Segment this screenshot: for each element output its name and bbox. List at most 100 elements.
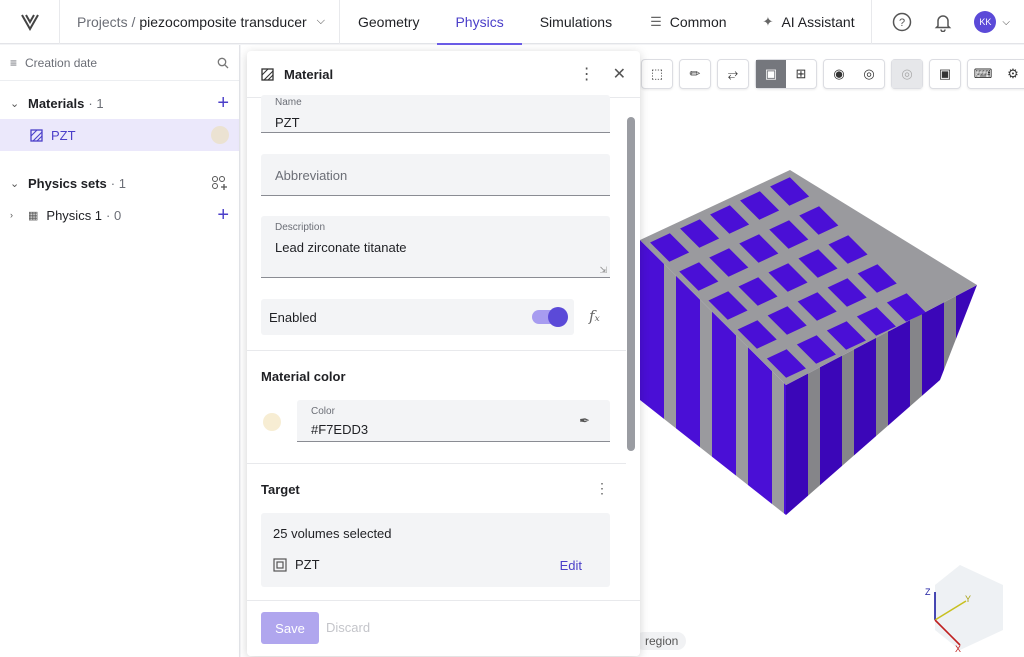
axis-y-label: Y	[965, 594, 971, 604]
box-select-icon[interactable]: ⬚	[642, 60, 672, 88]
panel-scrollbar[interactable]	[627, 117, 635, 451]
tab-physics[interactable]: Physics	[437, 0, 522, 45]
sort-row[interactable]: ≡ Creation date	[0, 45, 239, 81]
tab-geometry[interactable]: Geometry	[340, 0, 437, 44]
color-field-label: Color	[311, 406, 335, 417]
more-vertical-icon[interactable]: ⋮	[595, 480, 609, 497]
sort-icon: ≡	[10, 55, 18, 70]
enabled-row: Enabled	[261, 299, 574, 335]
tab-ai-assistant-label: AI Assistant	[781, 13, 855, 30]
volume-icon	[273, 557, 287, 572]
section-view-icon[interactable]: ▣	[756, 60, 786, 88]
material-icon	[30, 128, 43, 142]
material-panel: Material ⋮ ✕ Name PZT Abbreviation Descr…	[247, 51, 640, 656]
chevron-down-icon: ⌵	[1002, 16, 1010, 28]
save-button[interactable]: Save	[261, 612, 319, 644]
target-selection-summary: 25 volumes selected	[273, 526, 392, 541]
edit-target-button[interactable]: Edit	[560, 558, 582, 573]
name-field-label: Name	[275, 97, 302, 108]
user-menu[interactable]: KK ⌵	[974, 11, 1010, 33]
function-icon[interactable]: fₓ	[589, 307, 600, 325]
add-material-button[interactable]: +	[217, 92, 229, 115]
panel-title: Material	[284, 66, 334, 82]
chevron-right-icon[interactable]: ›	[10, 210, 28, 220]
help-icon[interactable]: ?	[892, 12, 912, 32]
project-breadcrumb[interactable]: Projects / piezocomposite transducer ⌵	[60, 0, 340, 44]
panel-header: Material ⋮ ✕	[247, 51, 640, 98]
tab-ai-assistant[interactable]: ✦ AI Assistant	[745, 0, 873, 44]
enabled-label: Enabled	[269, 309, 317, 325]
axis-triad: Z Y X	[925, 565, 1003, 654]
ruler-icon[interactable]: ✏	[680, 60, 710, 88]
physics-sets-label: Physics sets	[28, 175, 107, 191]
grid-view-icon[interactable]: ⊞	[786, 60, 816, 88]
target-item: PZT	[273, 557, 320, 572]
camera-icon[interactable]: ▣	[930, 60, 960, 88]
tab-simulations[interactable]: Simulations	[522, 0, 630, 44]
app-logo-icon[interactable]	[0, 0, 60, 44]
eye-outline-icon[interactable]: ◎	[854, 60, 884, 88]
color-field[interactable]: Color #F7EDD3 ✒	[297, 400, 610, 442]
add-physics-set-icon[interactable]	[211, 175, 229, 191]
panel-footer: Save Discard	[247, 600, 640, 656]
chevron-down-icon[interactable]: ⌄	[10, 97, 28, 110]
add-physics-button[interactable]: +	[217, 204, 229, 227]
description-field[interactable]: Description Lead zirconate titanate ⇲	[261, 216, 610, 278]
chevron-down-icon[interactable]: ⌄	[10, 177, 28, 190]
description-field-value: Lead zirconate titanate	[275, 240, 407, 255]
tab-common-label: Common	[669, 13, 727, 30]
color-preview[interactable]	[263, 413, 281, 431]
enabled-toggle[interactable]	[532, 307, 568, 327]
material-color-swatch	[211, 126, 229, 144]
physics-sets-count: · 1	[110, 175, 126, 191]
physics-sets-section[interactable]: ⌄ Physics sets · 1	[0, 167, 239, 199]
chevron-down-icon[interactable]: ⌵	[317, 15, 325, 28]
material-item-pzt[interactable]: PZT	[0, 119, 239, 151]
main-nav: Geometry Physics Simulations ☰ Common ✦ AI…	[340, 0, 873, 45]
avatar: KK	[974, 11, 997, 33]
top-bar: Projects / piezocomposite transducer ⌵ G…	[0, 0, 1024, 45]
axis-x-label: X	[955, 644, 961, 654]
tab-simulations-label: Simulations	[539, 13, 613, 30]
toggle-knob	[548, 307, 568, 327]
project-name: piezocomposite transducer	[139, 13, 307, 30]
sparkle-icon: ✦	[762, 13, 774, 29]
material-item-label: PZT	[51, 127, 76, 143]
eyedropper-icon[interactable]: ✒	[579, 413, 590, 429]
top-right-actions: ? KK ⌵	[871, 0, 1024, 44]
material-color-title: Material color	[261, 369, 346, 384]
discard-button[interactable]: Discard	[326, 620, 370, 635]
sort-label: Creation date	[25, 55, 98, 70]
abbreviation-field[interactable]: Abbreviation	[261, 154, 610, 196]
resize-handle-icon[interactable]: ⇲	[599, 265, 607, 276]
region-chip[interactable]: region	[635, 632, 687, 650]
section-divider	[247, 350, 626, 351]
physics-set-icon: ▦	[28, 209, 39, 222]
axes-icon[interactable]: ⥂	[718, 60, 748, 88]
target-title: Target	[261, 482, 300, 497]
svg-text:?: ?	[899, 17, 905, 29]
section-divider	[247, 463, 626, 464]
sidebar: ≡ Creation date ⌄ Materials · 1 + PZT ⌄ …	[0, 45, 240, 657]
region-chip-label: region	[645, 634, 679, 648]
bell-icon[interactable]	[934, 12, 952, 32]
physics-item-count: · 0	[106, 207, 122, 223]
eye-icon[interactable]: ◉	[824, 60, 854, 88]
materials-label: Materials	[28, 95, 85, 111]
breadcrumb-prefix: Projects /	[77, 13, 136, 30]
target-box: 25 volumes selected PZT Edit	[261, 513, 610, 587]
gear-icon[interactable]: ⚙	[998, 60, 1024, 88]
color-field-value: #F7EDD3	[311, 422, 369, 437]
name-field-value: PZT	[275, 115, 300, 130]
materials-section[interactable]: ⌄ Materials · 1 +	[0, 87, 239, 119]
keyboard-icon[interactable]: ⌨	[968, 60, 998, 88]
physics-item-1[interactable]: › ▦ Physics 1 · 0 +	[0, 199, 239, 231]
axis-z-label: Z	[925, 587, 931, 597]
tab-common[interactable]: ☰ Common	[630, 0, 744, 44]
more-vertical-icon[interactable]: ⋮	[579, 64, 595, 84]
close-icon[interactable]: ✕	[613, 64, 626, 84]
search-icon[interactable]	[217, 57, 229, 69]
hide-icon[interactable]: ◎	[892, 60, 922, 88]
sliders-icon: ☰	[650, 13, 662, 29]
name-field[interactable]: Name PZT	[261, 95, 610, 133]
